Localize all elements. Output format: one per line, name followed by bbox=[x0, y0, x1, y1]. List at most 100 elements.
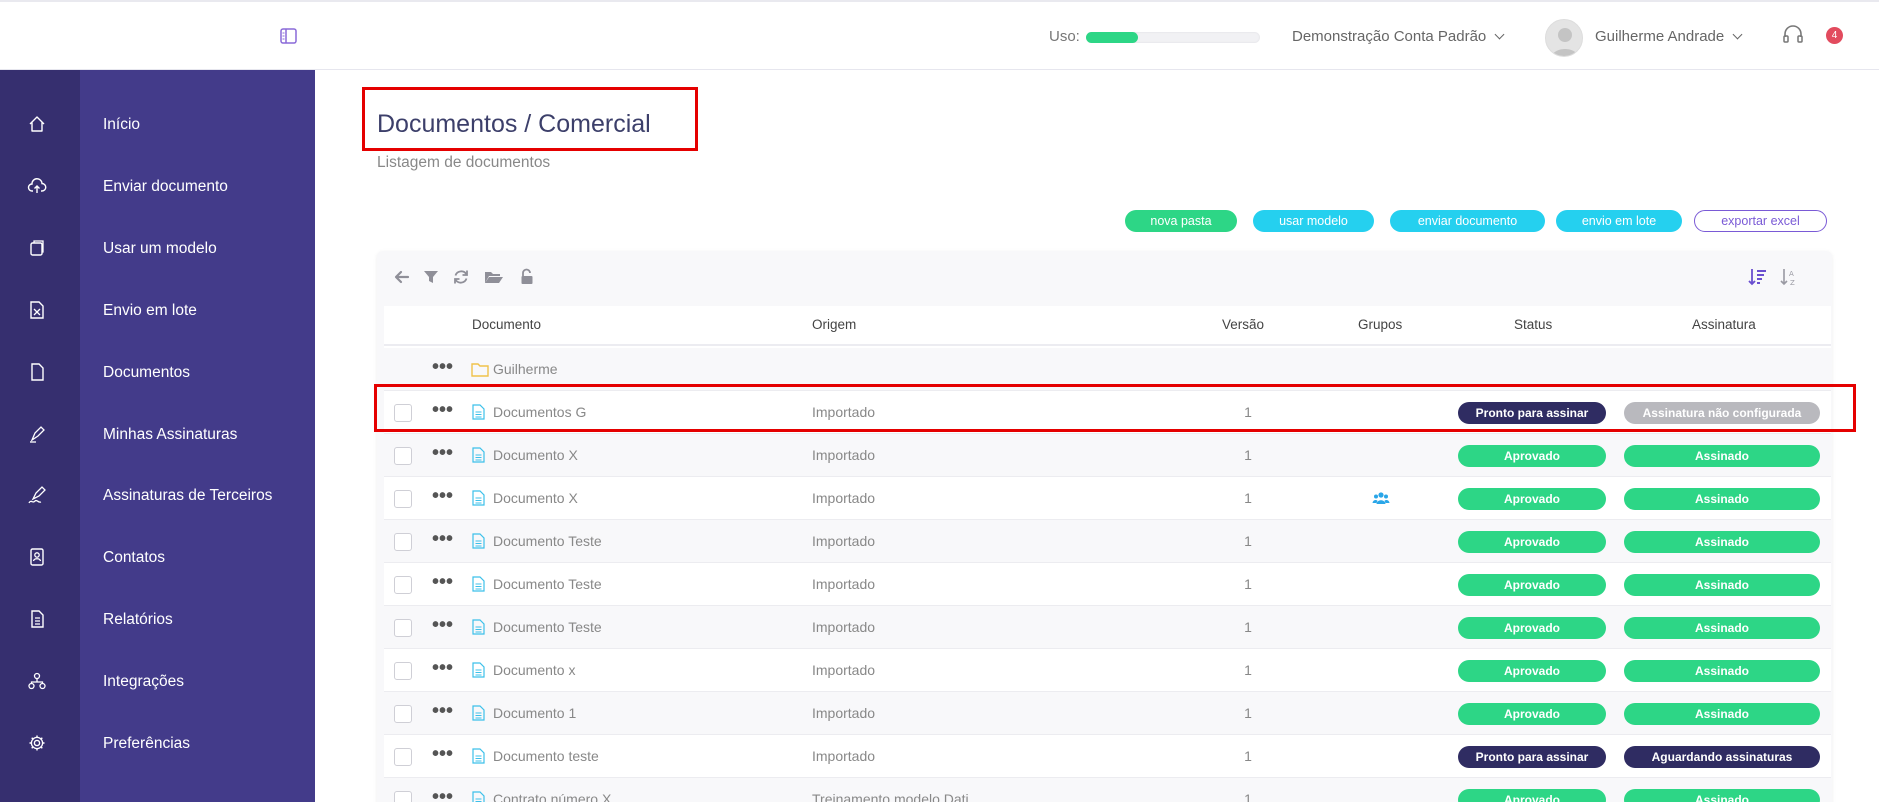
usage-progress-fill bbox=[1086, 32, 1139, 43]
sidebar-item-documentos[interactable]: Documentos bbox=[0, 351, 315, 391]
signature-badge: Assinado bbox=[1624, 488, 1820, 510]
more-options-icon[interactable]: ••• bbox=[432, 485, 453, 508]
row-checkbox[interactable] bbox=[394, 447, 412, 465]
table-row[interactable]: ••• Documento Teste Importado 1 Aprovado Assi… bbox=[384, 520, 1831, 563]
row-checkbox[interactable] bbox=[394, 662, 412, 680]
column-header-assinatura[interactable]: Assinatura bbox=[1692, 317, 1756, 332]
more-options-icon[interactable]: ••• bbox=[432, 614, 453, 637]
sidebar-item-label: Usar um modelo bbox=[103, 239, 217, 257]
chevron-down-icon bbox=[1494, 29, 1505, 40]
signature-badge: Aguardando assinaturas bbox=[1624, 746, 1820, 768]
column-header-grupos[interactable]: Grupos bbox=[1358, 317, 1402, 332]
filter-icon[interactable] bbox=[422, 268, 440, 286]
document-name[interactable]: Documento Teste bbox=[493, 619, 602, 635]
more-options-icon[interactable]: ••• bbox=[432, 528, 453, 551]
row-checkbox[interactable] bbox=[394, 748, 412, 766]
document-name[interactable]: Documento teste bbox=[493, 748, 599, 764]
svg-text:A: A bbox=[1789, 270, 1794, 278]
sidebar-item-contatos[interactable]: Contatos bbox=[0, 536, 315, 576]
column-header-origem[interactable]: Origem bbox=[812, 317, 856, 332]
table-row[interactable]: ••• Documento X Importado 1 Aprovado Assinado bbox=[384, 477, 1831, 520]
document-name[interactable]: Contrato número X bbox=[493, 791, 611, 802]
sort-descending-icon[interactable] bbox=[1748, 268, 1768, 286]
table-row[interactable]: ••• Documento 1 Importado 1 Aprovado Assinado bbox=[384, 692, 1831, 735]
use-template-button[interactable]: usar modelo bbox=[1253, 210, 1374, 232]
document-origin: Treinamento modelo Dati bbox=[812, 791, 969, 802]
sidebar-item-integracoes[interactable]: Integrações bbox=[0, 660, 315, 700]
unlock-icon[interactable] bbox=[518, 268, 536, 286]
document-file-icon bbox=[472, 705, 485, 721]
document-file-icon bbox=[472, 490, 485, 506]
batch-send-button[interactable]: envio em lote bbox=[1556, 210, 1682, 232]
document-origin: Importado bbox=[812, 576, 876, 592]
column-header-versao[interactable]: Versão bbox=[1222, 317, 1264, 332]
back-arrow-icon[interactable] bbox=[393, 268, 411, 286]
column-header-documento[interactable]: Documento bbox=[472, 317, 541, 332]
sidebar-item-envio-em-lote[interactable]: Envio em lote bbox=[0, 289, 315, 329]
row-checkbox[interactable] bbox=[394, 619, 412, 637]
sidebar-item-assinaturas-de-terceiros[interactable]: Assinaturas de Terceiros bbox=[0, 474, 315, 514]
sidebar-item-relatorios[interactable]: Relatórios bbox=[0, 598, 315, 638]
more-options-icon[interactable]: ••• bbox=[432, 442, 453, 465]
sort-alpha-icon[interactable]: A Z bbox=[1780, 268, 1800, 286]
more-options-icon[interactable]: ••• bbox=[432, 657, 453, 680]
top-header: Uso: Demonstração Conta Padrão Guilherme… bbox=[0, 0, 1879, 70]
new-folder-button[interactable]: nova pasta bbox=[1125, 210, 1237, 232]
notification-badge[interactable]: 4 bbox=[1826, 27, 1843, 44]
more-options-icon[interactable]: ••• bbox=[432, 786, 453, 802]
more-options-icon[interactable]: ••• bbox=[432, 743, 453, 766]
sidebar-item-inicio[interactable]: Início bbox=[0, 103, 315, 143]
sidebar-item-minhas-assinaturas[interactable]: Minhas Assinaturas bbox=[0, 413, 315, 453]
table-row[interactable]: ••• Documento Teste Importado 1 Aprovado Assi… bbox=[384, 563, 1831, 606]
sidebar-item-label: Minhas Assinaturas bbox=[103, 425, 238, 443]
document-name[interactable]: Documento Teste bbox=[493, 576, 602, 592]
document-file-icon bbox=[472, 619, 485, 635]
table-row[interactable]: ••• Documento x Importado 1 Aprovado Assinado bbox=[384, 649, 1831, 692]
more-options-icon[interactable]: ••• bbox=[432, 700, 453, 723]
status-badge: Aprovado bbox=[1458, 531, 1606, 553]
user-dropdown[interactable]: Guilherme Andrade bbox=[1595, 28, 1743, 45]
sidebar-item-enviar-documento[interactable]: Enviar documento bbox=[0, 165, 315, 205]
page-subtitle: Listagem de documentos bbox=[377, 154, 551, 171]
export-excel-button[interactable]: exportar excel bbox=[1694, 210, 1827, 232]
table-row[interactable]: ••• Documento Teste Importado 1 Aprovado Assi… bbox=[384, 606, 1831, 649]
table-row[interactable]: ••• Documento X Importado 1 Aprovado Assinado bbox=[384, 434, 1831, 477]
usage-label: Uso: bbox=[1049, 28, 1080, 45]
document-file-icon bbox=[472, 576, 485, 592]
document-version: 1 bbox=[1244, 576, 1252, 592]
user-name: Guilherme Andrade bbox=[1595, 28, 1725, 45]
folder-open-icon[interactable] bbox=[484, 268, 504, 286]
more-options-icon[interactable]: ••• bbox=[432, 356, 453, 379]
row-checkbox[interactable] bbox=[394, 533, 412, 551]
table-row[interactable]: ••• Documento teste Importado 1 Pronto para … bbox=[384, 735, 1831, 778]
document-name[interactable]: Documento 1 bbox=[493, 705, 576, 721]
sidebar-toggle-icon[interactable] bbox=[280, 28, 297, 44]
document-origin: Importado bbox=[812, 705, 876, 721]
document-version: 1 bbox=[1244, 662, 1252, 678]
send-document-button[interactable]: enviar documento bbox=[1390, 210, 1545, 232]
row-checkbox[interactable] bbox=[394, 791, 412, 802]
document-version: 1 bbox=[1244, 791, 1252, 802]
row-checkbox[interactable] bbox=[394, 490, 412, 508]
row-checkbox[interactable] bbox=[394, 576, 412, 594]
sidebar-item-usar-um-modelo[interactable]: Usar um modelo bbox=[0, 227, 315, 267]
status-badge: Aprovado bbox=[1458, 574, 1606, 596]
document-icon bbox=[31, 362, 44, 381]
gear-icon bbox=[29, 735, 45, 751]
document-name[interactable]: Documento X bbox=[493, 447, 578, 463]
document-name[interactable]: Documento Teste bbox=[493, 533, 602, 549]
avatar[interactable] bbox=[1545, 19, 1583, 57]
document-name[interactable]: Documento X bbox=[493, 490, 578, 506]
document-name[interactable]: Documento x bbox=[493, 662, 575, 678]
more-options-icon[interactable]: ••• bbox=[432, 571, 453, 594]
document-version: 1 bbox=[1244, 490, 1252, 506]
refresh-icon[interactable] bbox=[452, 268, 470, 286]
row-checkbox[interactable] bbox=[394, 705, 412, 723]
headset-support-icon[interactable] bbox=[1782, 25, 1804, 45]
column-header-status[interactable]: Status bbox=[1514, 317, 1552, 332]
integration-icon bbox=[28, 672, 46, 690]
sidebar-item-preferencias[interactable]: Preferências bbox=[0, 722, 315, 762]
table-row[interactable]: ••• Contrato número X Treinamento modelo D… bbox=[384, 778, 1831, 802]
account-dropdown[interactable]: Demonstração Conta Padrão bbox=[1292, 28, 1505, 45]
signature-badge: Assinado bbox=[1624, 617, 1820, 639]
